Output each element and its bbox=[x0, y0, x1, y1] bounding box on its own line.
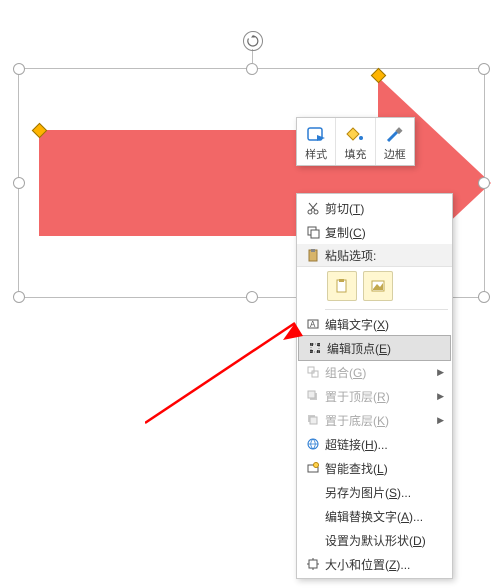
shape-fill-button[interactable]: 填充 bbox=[336, 118, 375, 165]
menu-copy[interactable]: 复制(C) bbox=[297, 220, 452, 244]
fill-icon bbox=[336, 124, 374, 146]
rotate-handle[interactable] bbox=[243, 31, 263, 51]
style-icon bbox=[297, 124, 335, 146]
menu-alt-text[interactable]: 编辑替换文字(A)... bbox=[297, 504, 452, 528]
chevron-right-icon: ▶ bbox=[437, 391, 444, 402]
menu-edit-text[interactable]: A 编辑文字(X) bbox=[297, 312, 452, 336]
annotation-arrow bbox=[145, 318, 315, 428]
paste-option-picture[interactable] bbox=[363, 271, 393, 301]
paste-icon bbox=[301, 248, 325, 262]
resize-handle-e[interactable] bbox=[478, 177, 490, 189]
edit-text-icon: A bbox=[301, 317, 325, 331]
menu-hyperlink[interactable]: 超链接(H)... bbox=[297, 432, 452, 456]
menu-bring-front: 置于顶层(R) ▶ bbox=[297, 384, 452, 408]
resize-handle-nw[interactable] bbox=[13, 63, 25, 75]
resize-handle-n[interactable] bbox=[246, 63, 258, 75]
resize-handle-w[interactable] bbox=[13, 177, 25, 189]
edit-points-icon bbox=[303, 341, 327, 355]
resize-handle-sw[interactable] bbox=[13, 291, 25, 303]
copy-icon bbox=[301, 225, 325, 239]
hyperlink-icon bbox=[301, 437, 325, 451]
chevron-right-icon: ▶ bbox=[437, 367, 444, 378]
svg-text:A: A bbox=[310, 320, 316, 329]
send-back-icon bbox=[301, 413, 325, 427]
menu-size-position[interactable]: 大小和位置(Z)... bbox=[297, 552, 452, 576]
menu-send-back: 置于底层(K) ▶ bbox=[297, 408, 452, 432]
size-position-icon bbox=[301, 557, 325, 571]
resize-handle-s[interactable] bbox=[246, 291, 258, 303]
menu-group: 组合(G) ▶ bbox=[297, 360, 452, 384]
menu-save-as-picture[interactable]: 另存为图片(S)... bbox=[297, 480, 452, 504]
menu-paste-section: 粘贴选项: bbox=[297, 244, 452, 267]
shape-outline-button[interactable]: 边框 bbox=[376, 118, 414, 165]
resize-handle-ne[interactable] bbox=[478, 63, 490, 75]
smart-lookup-icon bbox=[301, 461, 325, 475]
menu-cut[interactable]: 剪切(T) bbox=[297, 196, 452, 220]
group-icon bbox=[301, 365, 325, 379]
bring-front-icon bbox=[301, 389, 325, 403]
resize-handle-se[interactable] bbox=[478, 291, 490, 303]
menu-smart-lookup[interactable]: 智能查找(L) bbox=[297, 456, 452, 480]
mini-format-toolbar: 样式 填充 边框 bbox=[296, 117, 415, 166]
chevron-right-icon: ▶ bbox=[437, 415, 444, 426]
paste-options-row bbox=[297, 267, 452, 307]
menu-set-default-shape[interactable]: 设置为默认形状(D) bbox=[297, 528, 452, 552]
menu-edit-points[interactable]: 编辑顶点(E) bbox=[298, 335, 451, 361]
shape-style-button[interactable]: 样式 bbox=[297, 118, 336, 165]
outline-icon bbox=[376, 124, 414, 146]
cut-icon bbox=[301, 201, 325, 215]
context-menu: 剪切(T) 复制(C) 粘贴选项: A 编辑文 bbox=[296, 193, 453, 579]
paste-option-keep-source[interactable] bbox=[327, 271, 357, 301]
